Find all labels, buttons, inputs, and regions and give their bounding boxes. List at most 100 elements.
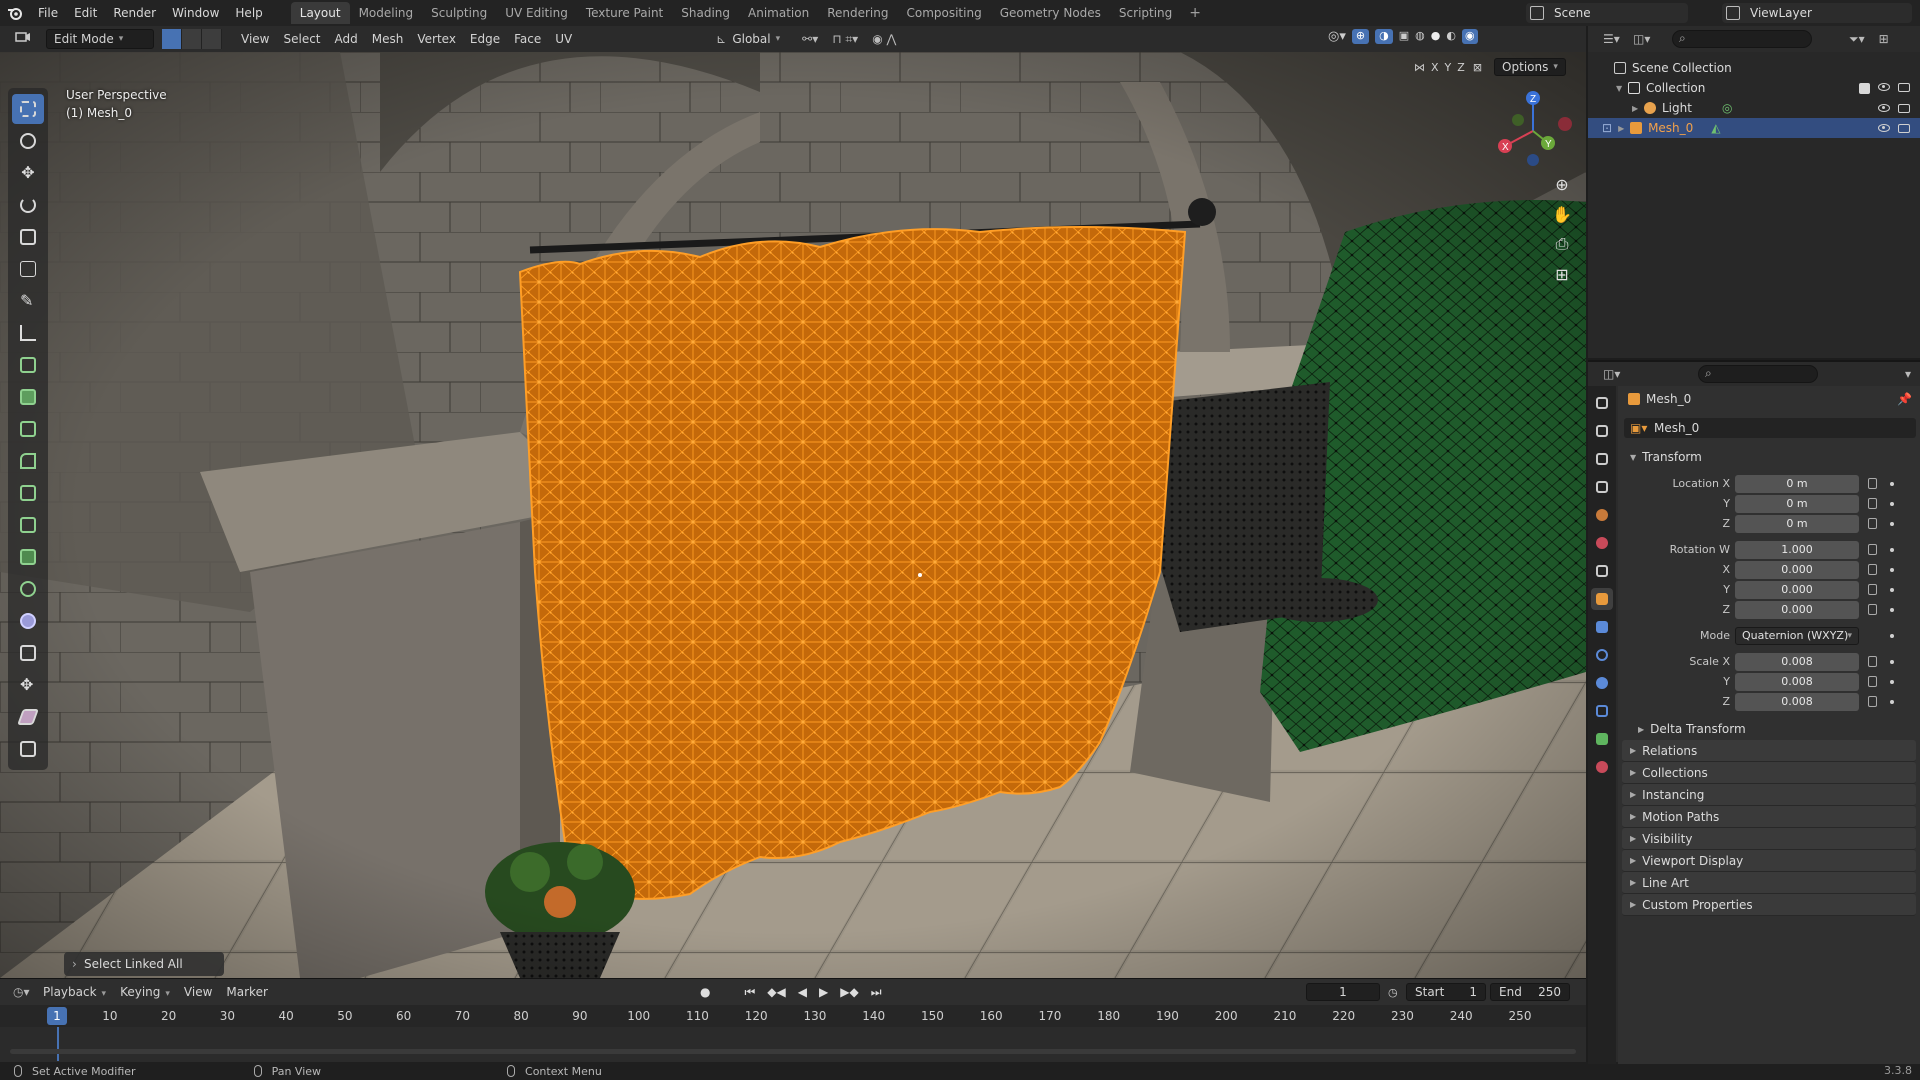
- lock-icon[interactable]: [1868, 676, 1877, 687]
- rotation-z-field[interactable]: 0.000: [1735, 601, 1859, 619]
- rendered-shading-icon[interactable]: ◉: [1461, 29, 1478, 44]
- scene-name[interactable]: Scene: [1548, 6, 1597, 20]
- pivot-icon[interactable]: ⚯▾: [795, 29, 825, 49]
- edit-mode-icon[interactable]: ⊡: [1602, 121, 1612, 135]
- scale-x-field[interactable]: 0.008: [1735, 653, 1859, 671]
- lock-icon[interactable]: [1868, 584, 1877, 595]
- new-collection-icon[interactable]: ⊞: [1872, 29, 1896, 49]
- particles-tab-icon[interactable]: [1591, 644, 1613, 666]
- custom-properties-panel-header[interactable]: ▶ Custom Properties: [1622, 894, 1916, 916]
- bevel-tool-icon[interactable]: [12, 446, 44, 476]
- cursor-tool-icon[interactable]: [12, 126, 44, 156]
- collection-visibility-icon[interactable]: [1878, 82, 1890, 91]
- add-cube-tool-icon[interactable]: [12, 350, 44, 380]
- outliner-editor-type-icon[interactable]: ☰▾: [1596, 29, 1626, 49]
- modifier-tab-icon[interactable]: [1591, 616, 1613, 638]
- outliner-mesh[interactable]: ⊡ ▶ Mesh_0 ◭: [1588, 118, 1920, 138]
- menu-add[interactable]: Add: [328, 29, 365, 49]
- viewlayer-name[interactable]: ViewLayer: [1744, 6, 1818, 20]
- viewlayer-selector[interactable]: ViewLayer: [1722, 3, 1912, 23]
- tab-layout[interactable]: Layout: [290, 2, 350, 24]
- properties-editor-type-icon[interactable]: ◫▾: [1596, 364, 1626, 384]
- tool-tab-icon[interactable]: [1591, 392, 1613, 414]
- collection-render-icon[interactable]: [1898, 82, 1910, 92]
- collections-panel-header[interactable]: ▶ Collections: [1622, 762, 1916, 784]
- lock-icon[interactable]: [1868, 498, 1877, 509]
- shrink-fatten-tool-icon[interactable]: ✥: [12, 670, 44, 700]
- next-keyframe-icon[interactable]: ▶◆: [840, 985, 858, 1000]
- options-dropdown[interactable]: Options ▾: [1494, 58, 1566, 76]
- collection-exclude-checkbox[interactable]: [1859, 82, 1870, 94]
- scale-z-field[interactable]: 0.008: [1735, 693, 1859, 711]
- render-tab-icon[interactable]: [1591, 420, 1613, 442]
- axis-x-toggle[interactable]: X: [1431, 61, 1439, 74]
- outliner-scene-collection[interactable]: Scene Collection: [1588, 58, 1920, 78]
- visibility-icon[interactable]: ◎▾: [1328, 29, 1346, 44]
- menu-face[interactable]: Face: [507, 29, 548, 49]
- edge-slide-tool-icon[interactable]: [12, 638, 44, 668]
- jump-start-icon[interactable]: ⏮: [744, 985, 755, 1000]
- location-y-field[interactable]: 0 m: [1735, 495, 1859, 513]
- loop-cut-tool-icon[interactable]: [12, 478, 44, 508]
- physics-tab-icon[interactable]: [1591, 672, 1613, 694]
- menu-mesh[interactable]: Mesh: [365, 29, 411, 49]
- lock-icon[interactable]: [1868, 518, 1877, 529]
- filter-icon[interactable]: ⏷▾: [1842, 29, 1872, 49]
- move-tool-icon[interactable]: ✥: [12, 158, 44, 188]
- mesh-data-icon[interactable]: ◭: [1711, 121, 1720, 135]
- gizmo-icon[interactable]: ⊕: [1351, 29, 1370, 44]
- mirror-icon[interactable]: ⋈: [1414, 61, 1425, 74]
- object-name-field[interactable]: ▣▾ Mesh_0: [1624, 418, 1916, 438]
- constraints-tab-icon[interactable]: [1591, 700, 1613, 722]
- mesh-data-tab-icon[interactable]: [1591, 728, 1613, 750]
- end-frame-field[interactable]: End 250: [1490, 983, 1570, 1001]
- menu-vertex[interactable]: Vertex: [410, 29, 463, 49]
- xray-icon[interactable]: ▣: [1399, 29, 1409, 44]
- rip-region-tool-icon[interactable]: [12, 734, 44, 764]
- current-frame-field[interactable]: 1: [1306, 983, 1380, 1001]
- clock-icon[interactable]: ◷: [1388, 986, 1398, 999]
- poly-build-tool-icon[interactable]: [12, 542, 44, 572]
- keyframe-dot-icon[interactable]: [1890, 482, 1894, 486]
- menu-render[interactable]: Render: [105, 0, 164, 26]
- keyframe-dot-icon[interactable]: [1890, 548, 1894, 552]
- start-frame-field[interactable]: Start 1: [1406, 983, 1486, 1001]
- record-icon[interactable]: ●: [700, 985, 710, 1000]
- light-render-icon[interactable]: [1898, 103, 1910, 113]
- lock-icon[interactable]: [1868, 604, 1877, 615]
- play-reverse-icon[interactable]: ◀: [798, 985, 807, 1000]
- current-frame-marker[interactable]: 1: [47, 1007, 67, 1025]
- menu-view[interactable]: View: [234, 29, 276, 49]
- lock-icon[interactable]: [1868, 656, 1877, 667]
- keyframe-dot-icon[interactable]: [1890, 568, 1894, 572]
- tab-rendering[interactable]: Rendering: [818, 2, 897, 24]
- menu-edit[interactable]: Edit: [66, 0, 105, 26]
- menu-playback[interactable]: Playback ▾: [36, 982, 113, 1002]
- light-visibility-icon[interactable]: [1878, 103, 1890, 112]
- viewport-display-panel-header[interactable]: ▶ Viewport Display: [1622, 850, 1916, 872]
- scale-tool-icon[interactable]: [12, 222, 44, 252]
- location-x-field[interactable]: 0 m: [1735, 475, 1859, 493]
- object-tab-icon[interactable]: [1591, 588, 1613, 610]
- keyframe-dot-icon[interactable]: [1890, 700, 1894, 704]
- relations-panel-header[interactable]: ▶ Relations: [1622, 740, 1916, 762]
- measure-tool-icon[interactable]: [12, 318, 44, 348]
- mode-selector[interactable]: Edit Mode ▾: [46, 29, 154, 49]
- collection-expand-icon[interactable]: ▼: [1616, 84, 1628, 93]
- transform-panel-header[interactable]: ▼ Transform: [1622, 446, 1916, 468]
- delta-transform-subpanel[interactable]: ▶ Delta Transform: [1618, 718, 1920, 740]
- menu-select[interactable]: Select: [276, 29, 327, 49]
- tab-scripting[interactable]: Scripting: [1110, 2, 1181, 24]
- camera-view-icon[interactable]: ⎙: [1548, 230, 1576, 258]
- menu-edge[interactable]: Edge: [463, 29, 507, 49]
- visibility-panel-header[interactable]: ▶ Visibility: [1622, 828, 1916, 850]
- light-data-icon[interactable]: ◎: [1722, 101, 1732, 115]
- smooth-tool-icon[interactable]: [12, 606, 44, 636]
- editor-type-icon[interactable]: [8, 29, 38, 49]
- menu-marker[interactable]: Marker: [219, 982, 274, 1002]
- ortho-grid-icon[interactable]: ⊞: [1548, 260, 1576, 288]
- knife-tool-icon[interactable]: [12, 510, 44, 540]
- outliner-light[interactable]: ▶ Light ◎: [1588, 98, 1920, 118]
- timeline-editor-type-icon[interactable]: ◷▾: [6, 982, 36, 1002]
- properties-options-icon[interactable]: ▾: [1898, 364, 1918, 384]
